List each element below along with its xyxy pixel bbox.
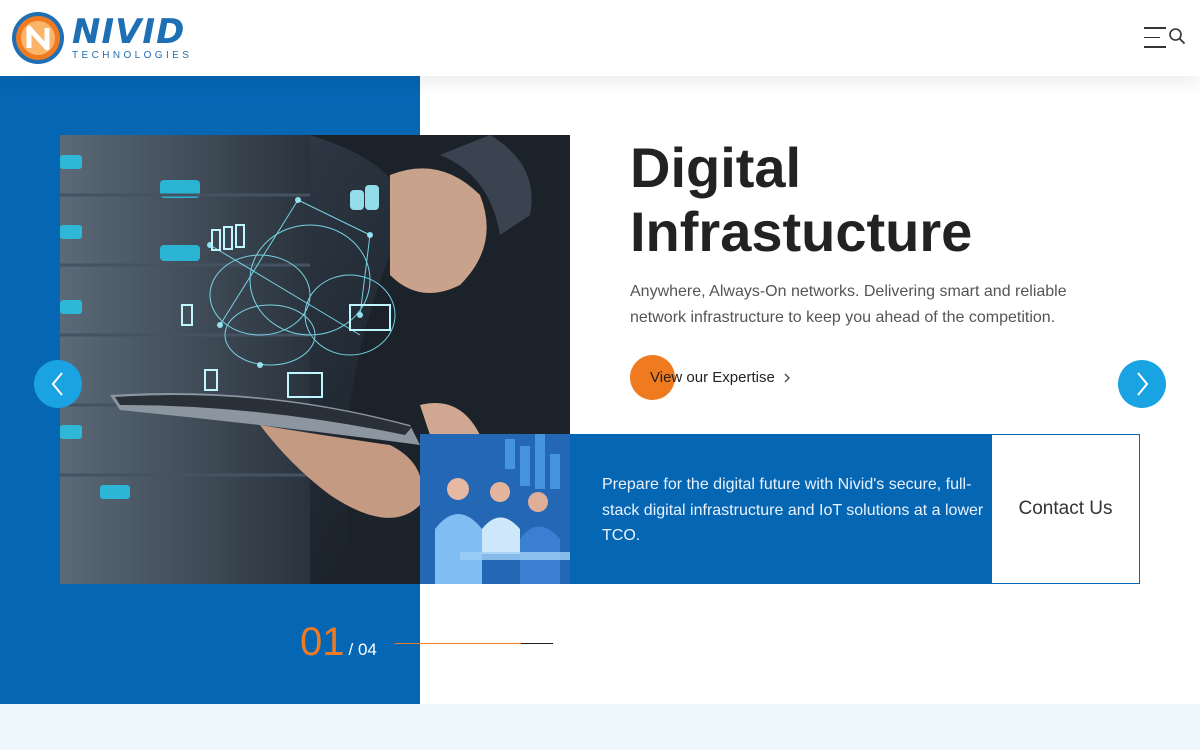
slide-counter: 01 / 04	[300, 620, 377, 665]
slider-next-button[interactable]	[1118, 360, 1166, 408]
logo[interactable]: NIVID TECHNOLOGIES	[10, 10, 192, 66]
cta-label: View our Expertise	[650, 369, 775, 386]
logo-wordmark: NIVID	[72, 12, 186, 52]
hero-title-line-2: Infrastucture	[630, 200, 973, 263]
slide-progress-fill	[395, 643, 522, 644]
slide-total: / 04	[348, 640, 377, 659]
search-icon[interactable]	[1168, 27, 1186, 45]
hamburger-menu-icon[interactable]	[1144, 27, 1166, 49]
slide-current: 01	[300, 620, 345, 664]
site-header: NIVID TECHNOLOGIES	[0, 0, 1200, 76]
team-illustration	[420, 434, 570, 584]
logo-tagline: TECHNOLOGIES	[72, 50, 193, 61]
hero-title-line-1: Digital	[630, 136, 802, 199]
team-photo	[420, 434, 570, 584]
logo-mark-icon	[12, 12, 64, 64]
chevron-right-icon	[784, 373, 790, 382]
chevron-left-icon	[51, 372, 63, 396]
chevron-right-icon	[1137, 372, 1149, 396]
hero-description: Anywhere, Always-On networks. Delivering…	[630, 283, 1067, 326]
next-section-strip	[0, 704, 1200, 750]
contact-us-button[interactable]: Contact Us	[991, 434, 1140, 584]
band-description: Prepare for the digital future with Nivi…	[602, 476, 984, 544]
hero-title: Digital Infrastucture	[630, 136, 972, 264]
slider-prev-button[interactable]	[34, 360, 82, 408]
info-band: Prepare for the digital future with Nivi…	[420, 434, 1140, 584]
slide-progress-bar	[395, 643, 553, 644]
view-expertise-button[interactable]: View our Expertise	[630, 355, 791, 400]
